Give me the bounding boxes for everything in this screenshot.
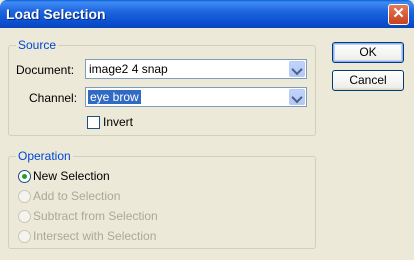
invert-checkbox[interactable] bbox=[87, 116, 100, 129]
channel-value: eye brow bbox=[88, 90, 141, 104]
channel-select[interactable]: eye brow bbox=[85, 87, 307, 107]
channel-label: Channel: bbox=[29, 91, 78, 105]
document-select[interactable]: image2 4 snap bbox=[85, 59, 307, 79]
subtract-from-selection-radio bbox=[18, 210, 31, 223]
intersect-with-selection-label: Intersect with Selection bbox=[33, 229, 157, 243]
chevron-down-icon[interactable] bbox=[289, 61, 305, 77]
intersect-with-selection-radio bbox=[18, 230, 31, 243]
radio-selected-dot bbox=[22, 174, 27, 179]
window-title: Load Selection bbox=[6, 6, 106, 22]
cancel-button[interactable]: Cancel bbox=[332, 70, 404, 91]
source-legend: Source bbox=[18, 38, 57, 52]
document-value: image2 4 snap bbox=[89, 62, 168, 76]
add-to-selection-label: Add to Selection bbox=[33, 189, 121, 203]
invert-label[interactable]: Invert bbox=[103, 115, 133, 129]
dialog-body: Source Document: image2 4 snap Channel: … bbox=[3, 28, 411, 257]
chevron-down-icon[interactable] bbox=[289, 89, 305, 105]
close-icon[interactable]: ✕ bbox=[388, 4, 409, 25]
new-selection-radio[interactable] bbox=[18, 170, 31, 183]
subtract-from-selection-label: Subtract from Selection bbox=[33, 209, 158, 223]
ok-button[interactable]: OK bbox=[332, 42, 404, 63]
document-label: Document: bbox=[16, 63, 75, 77]
operation-legend: Operation bbox=[18, 149, 71, 163]
title-bar[interactable]: Load Selection ✕ bbox=[0, 0, 414, 28]
add-to-selection-radio bbox=[18, 190, 31, 203]
new-selection-label[interactable]: New Selection bbox=[33, 169, 110, 183]
